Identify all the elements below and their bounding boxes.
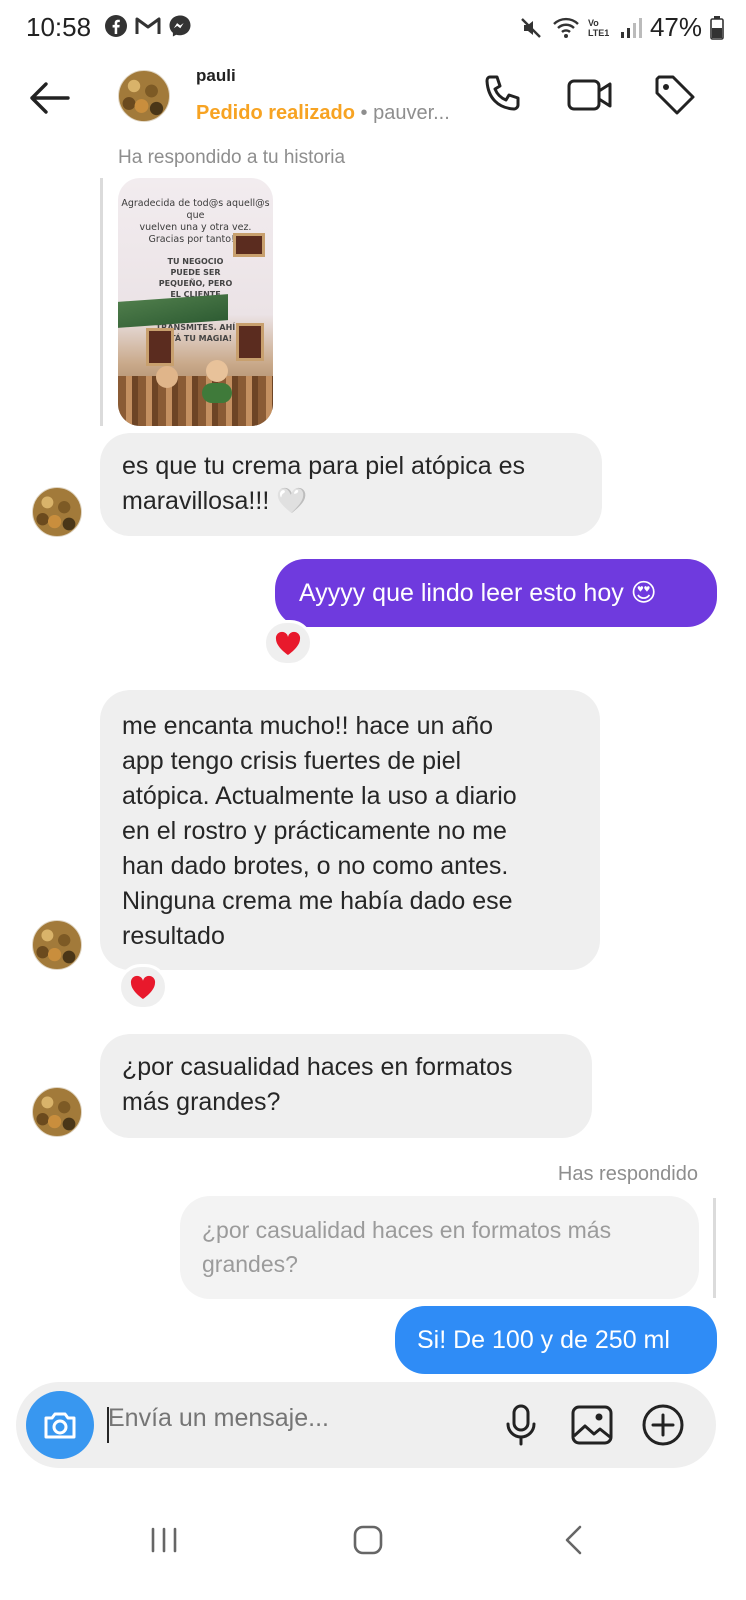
gmail-icon <box>135 17 161 34</box>
story-figure-head <box>156 366 178 388</box>
recent-apps-icon <box>151 1527 177 1553</box>
network-label: Vo LTE1 <box>587 17 610 38</box>
recent-apps-button[interactable] <box>134 1510 194 1570</box>
message-line: Ninguna crema me había dado ese <box>122 887 513 915</box>
status-bar: 10:58 Vo LTE1 47% <box>0 0 746 58</box>
home-button[interactable] <box>338 1510 398 1570</box>
message-line: ¿por casualidad haces en formatos <box>122 1053 513 1081</box>
order-status: Pedido realizado <box>196 102 355 124</box>
chevron-left-icon <box>565 1525 582 1555</box>
wifi-icon <box>553 17 579 38</box>
message-bubble-outgoing[interactable]: Ayyyy que lindo leer esto hoy 😍 <box>275 559 717 627</box>
message-composer <box>16 1382 716 1468</box>
reaction-heart[interactable] <box>263 620 313 666</box>
message-line: es que tu crema para piel atópica es <box>122 452 526 480</box>
message-line: app tengo crisis fuertes de piel <box>122 747 462 775</box>
message-input[interactable] <box>108 1404 430 1433</box>
heart-icon <box>275 631 301 655</box>
message-line: maravillosa!!! 🤍 <box>122 487 308 515</box>
message-bubble-incoming[interactable]: ¿por casualidad haces en formatos más gr… <box>100 1034 592 1138</box>
phone-icon <box>485 75 520 111</box>
facebook-icon <box>105 15 127 37</box>
plus-circle-icon <box>642 1404 684 1446</box>
message-line: más grandes? <box>122 1088 281 1116</box>
video-call-button[interactable] <box>566 72 612 118</box>
gallery-button[interactable] <box>569 1402 615 1448</box>
story-window-left <box>146 328 174 366</box>
story-reply-bar <box>100 178 103 426</box>
contact-username[interactable]: pauli <box>196 66 236 86</box>
status-time: 10:58 <box>26 12 92 42</box>
camera-icon <box>44 1412 76 1439</box>
voice-button[interactable] <box>498 1402 544 1448</box>
tag-button[interactable] <box>652 72 698 118</box>
handle-preview: pauver... <box>373 102 450 124</box>
reply-quote-bar <box>713 1198 716 1298</box>
quoted-message[interactable]: ¿por casualidad haces en formatos más gr… <box>180 1196 699 1299</box>
message-bubble-incoming[interactable]: me encanta mucho!! hace un año app tengo… <box>100 690 600 970</box>
mute-icon <box>521 17 541 38</box>
story-shelf <box>118 376 273 426</box>
status-right: Vo LTE1 47% <box>518 12 724 43</box>
message-line: me encanta mucho!! hace un año <box>122 712 494 740</box>
reaction-heart[interactable] <box>118 964 168 1010</box>
more-button[interactable] <box>640 1402 686 1448</box>
chat-header: pauli Pedido realizado • pauver... <box>0 58 746 144</box>
sender-avatar[interactable] <box>32 1087 82 1137</box>
message-bubble-outgoing[interactable]: Si! De 100 y de 250 ml <box>395 1306 717 1374</box>
arrow-left-icon <box>30 82 70 114</box>
system-back-button[interactable] <box>544 1510 604 1570</box>
has-replied-label: Has respondido <box>557 1163 698 1185</box>
story-reply-caption: Ha respondido a tu historia <box>118 147 346 168</box>
separator-dot: • <box>360 102 368 124</box>
home-icon <box>353 1525 383 1555</box>
back-button[interactable] <box>24 76 74 120</box>
story-plant <box>202 383 232 403</box>
quoted-line: ¿por casualidad haces en formatos más <box>202 1217 612 1243</box>
story-window-right <box>236 323 264 361</box>
story-figure-head-2 <box>206 360 228 382</box>
story-thumbnail[interactable]: Agradecida de tod@s aquell@s que vuelven… <box>118 178 273 426</box>
battery-icon <box>710 15 724 40</box>
contact-subtitle[interactable]: Pedido realizado • pauver... <box>196 102 450 125</box>
notification-icons <box>104 14 192 38</box>
message-line: han dado brotes, o no como antes. <box>122 852 509 880</box>
system-nav-bar <box>0 1490 746 1600</box>
call-button[interactable] <box>478 72 524 118</box>
microphone-icon <box>506 1404 536 1446</box>
signal-icon <box>620 17 642 38</box>
contact-avatar[interactable] <box>118 70 170 122</box>
message-line: en el rostro y prácticamente no me <box>122 817 507 845</box>
story-window-top <box>233 233 265 257</box>
messenger-icon <box>169 15 191 37</box>
quoted-line: grandes? <box>202 1251 298 1277</box>
image-icon <box>571 1405 613 1445</box>
message-line: resultado <box>122 922 225 950</box>
video-camera-icon <box>567 79 612 111</box>
message-bubble-incoming[interactable]: es que tu crema para piel atópica es mar… <box>100 433 602 536</box>
tag-icon <box>655 75 695 115</box>
message-line: atópica. Actualmente la uso a diario <box>122 782 517 810</box>
heart-icon <box>130 975 156 999</box>
camera-button[interactable] <box>26 1391 94 1459</box>
battery-percent: 47% <box>649 12 702 42</box>
sender-avatar[interactable] <box>32 487 82 537</box>
sender-avatar[interactable] <box>32 920 82 970</box>
